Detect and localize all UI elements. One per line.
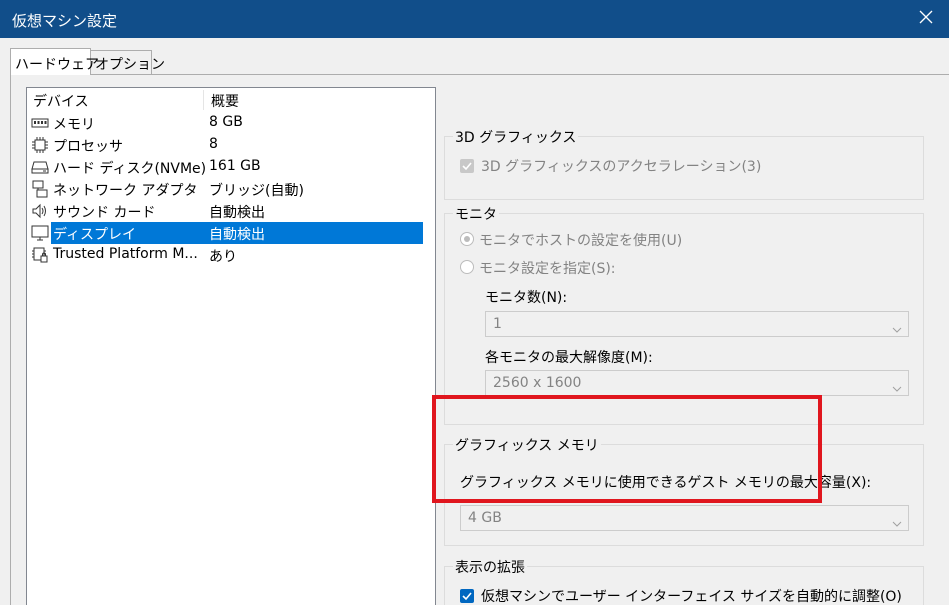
monitor-count-value: 1 (493, 316, 502, 332)
device-name: ネットワーク アダプタ (53, 183, 198, 199)
device-summary: 161 GB (209, 158, 261, 174)
tab-page-hardware: デバイス 概要 メモリ 8 GB プロセッサ 8 ハード ディスク(NVMe) … (10, 74, 949, 605)
device-summary: あり (209, 249, 237, 265)
highlight-annotation-box (432, 395, 822, 503)
dialog-body: ハードウェア オプション デバイス 概要 メモリ 8 GB プロセッサ 8 ハー… (0, 38, 949, 605)
device-summary: ブリッジ(自動) (209, 183, 304, 199)
device-summary: 8 (209, 136, 218, 152)
device-row-tpm[interactable]: Trusted Platform M... あり (27, 244, 435, 266)
hard-disk-icon (31, 158, 49, 176)
auto-adjust-checkbox[interactable] (460, 589, 474, 603)
memory-icon (31, 114, 49, 132)
chevron-down-icon (892, 321, 902, 333)
device-summary: 自動検出 (209, 205, 265, 221)
max-resolution-label: 各モニタの最大解像度(M): (485, 350, 653, 366)
chevron-down-icon (892, 380, 902, 392)
sound-card-icon (31, 202, 49, 220)
title-bar: 仮想マシン設定 (0, 0, 949, 38)
group-monitor: モニタ モニタでホストの設定を使用(U) モニタ設定を指定(S): モニタ数(N… (444, 204, 924, 425)
graphics-memory-select[interactable]: 4 GB (460, 505, 909, 531)
device-row-network-adapter[interactable]: ネットワーク アダプタ ブリッジ(自動) (27, 178, 435, 200)
group-display-scaling: 表示の拡張 仮想マシンでユーザー インターフェイス サイズを自動的に調整(O) (444, 557, 924, 605)
network-adapter-icon (31, 180, 49, 198)
group-3d-graphics: 3D グラフィックス 3D グラフィックスのアクセラレーション(3) (444, 127, 924, 200)
tpm-icon (31, 246, 49, 264)
group-3d-graphics-label: 3D グラフィックス (453, 127, 579, 147)
tab-hardware[interactable]: ハードウェア (10, 48, 99, 75)
close-icon[interactable] (917, 8, 935, 26)
auto-adjust-label: 仮想マシンでユーザー インターフェイス サイズを自動的に調整(O) (481, 589, 902, 605)
device-row-processor[interactable]: プロセッサ 8 (27, 134, 435, 156)
display-icon (31, 224, 49, 242)
column-header-device[interactable]: デバイス (33, 91, 89, 111)
max-resolution-select[interactable]: 2560 x 1600 (485, 370, 909, 396)
group-display-scaling-label: 表示の拡張 (453, 557, 527, 577)
specify-monitor-label: モニタ設定を指定(S): (479, 261, 616, 277)
column-divider[interactable] (203, 90, 204, 110)
device-name: ディスプレイ (51, 222, 203, 244)
accel-3d-label: 3D グラフィックスのアクセラレーション(3) (481, 159, 762, 175)
tab-hardware-label: ハードウェア (15, 57, 99, 73)
device-row-memory[interactable]: メモリ 8 GB (27, 112, 435, 134)
processor-icon (31, 136, 49, 154)
device-summary: 自動検出 (203, 222, 423, 244)
graphics-memory-value: 4 GB (468, 510, 502, 526)
specify-monitor-radio[interactable] (460, 260, 474, 274)
device-row-hard-disk[interactable]: ハード ディスク(NVMe) 161 GB (27, 156, 435, 178)
device-list[interactable]: デバイス 概要 メモリ 8 GB プロセッサ 8 ハード ディスク(NVMe) … (26, 87, 436, 605)
tab-options[interactable]: オプション (91, 50, 165, 74)
monitor-count-select[interactable]: 1 (485, 311, 909, 337)
device-row-display[interactable]: ディスプレイ 自動検出 (27, 222, 435, 244)
use-host-radio[interactable] (460, 232, 474, 246)
device-name: メモリ (53, 117, 95, 133)
device-row-sound-card[interactable]: サウンド カード 自動検出 (27, 200, 435, 222)
column-header-summary[interactable]: 概要 (211, 91, 239, 111)
device-name: Trusted Platform M... (53, 246, 198, 262)
group-monitor-label: モニタ (453, 204, 499, 224)
use-host-label: モニタでホストの設定を使用(U) (479, 233, 683, 249)
tab-options-label: オプション (95, 57, 165, 73)
device-name: サウンド カード (53, 205, 156, 221)
window-title: 仮想マシン設定 (12, 12, 118, 30)
monitor-count-label: モニタ数(N): (485, 290, 568, 306)
chevron-down-icon (892, 515, 902, 527)
max-resolution-value: 2560 x 1600 (493, 375, 582, 391)
device-list-header: デバイス 概要 (27, 88, 435, 112)
device-summary: 8 GB (209, 114, 243, 130)
accel-3d-checkbox[interactable] (460, 159, 474, 173)
device-name: プロセッサ (53, 139, 123, 155)
device-name: ハード ディスク(NVMe) (53, 161, 207, 177)
